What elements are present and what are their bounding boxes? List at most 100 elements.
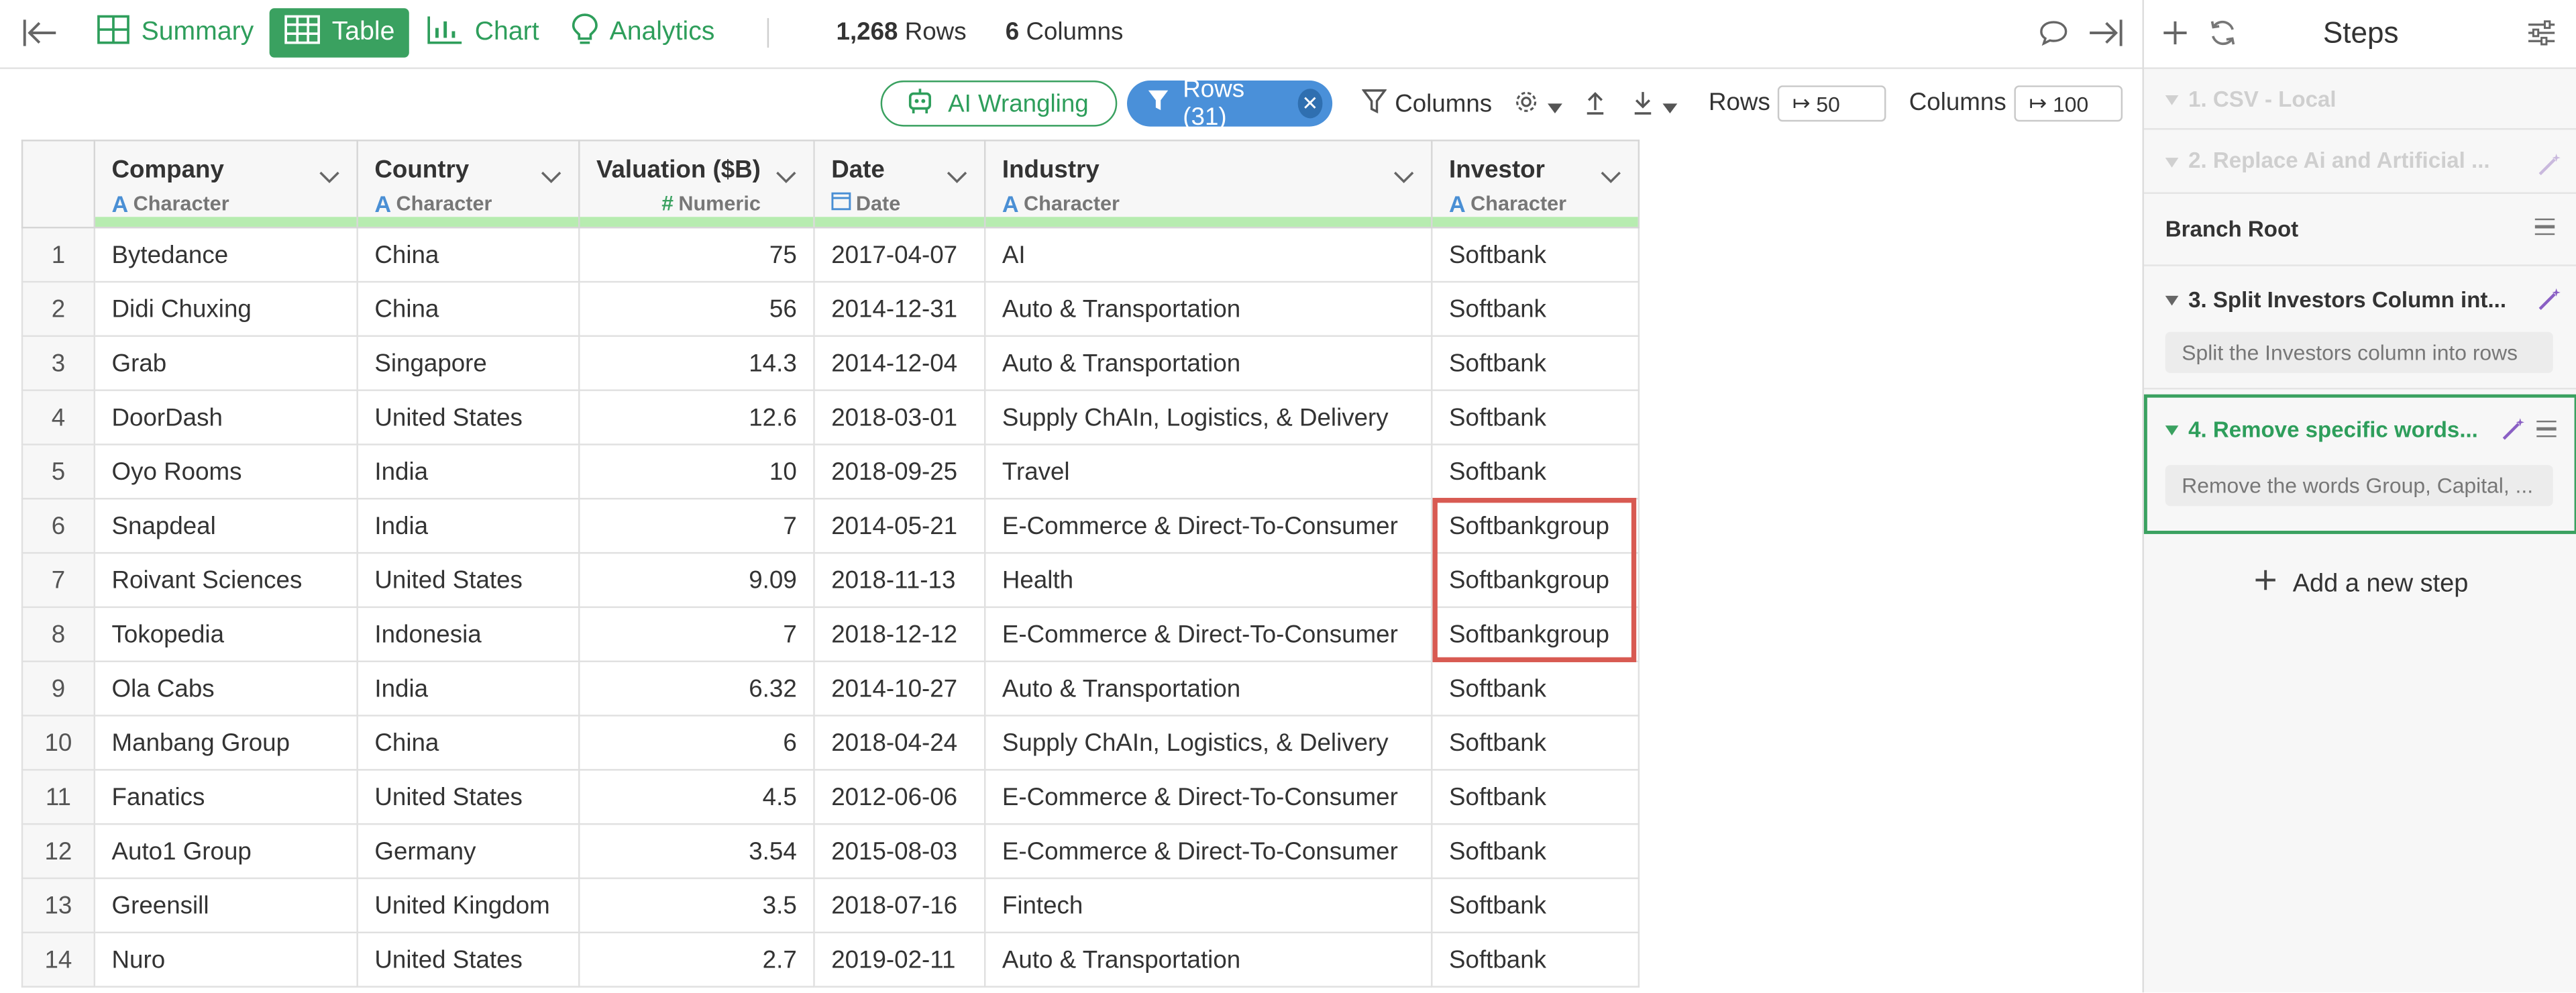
table-cell[interactable]: Roivant Sciences [93, 552, 358, 609]
table-cell[interactable]: Softbank [1431, 660, 1640, 717]
step-remove-words[interactable]: 4. Remove specific words... Remove the w… [2143, 394, 2576, 534]
table-cell[interactable]: 56 [578, 280, 815, 337]
menu-icon[interactable] [2536, 420, 2557, 437]
table-cell[interactable]: 2017-04-07 [813, 226, 986, 283]
table-cell[interactable]: 10 [578, 443, 815, 500]
sort-up-icon[interactable] [1584, 89, 1607, 115]
table-cell[interactable]: 7 [578, 498, 815, 554]
table-cell[interactable]: 2014-05-21 [813, 498, 986, 554]
table-cell[interactable]: United Kingdom [356, 877, 580, 934]
ai-wrangling-button[interactable]: AI Wrangling [880, 81, 1118, 127]
table-cell[interactable]: 3.5 [578, 877, 815, 934]
chevron-down-icon[interactable] [947, 162, 968, 192]
table-cell[interactable]: DoorDash [93, 389, 358, 446]
table-cell[interactable]: 7 [578, 606, 815, 662]
table-row[interactable]: 13 Greensill United Kingdom 3.5 2018-07-16 Fi… [21, 877, 1640, 934]
table-cell[interactable]: 75 [578, 226, 815, 283]
table-cell[interactable]: E-Commerce & Direct-To-Consumer [983, 823, 1433, 880]
table-row[interactable]: 6 Snapdeal India 7 2014-05-21 E-Commerce & Di… [21, 498, 1640, 554]
table-cell[interactable]: United States [356, 552, 580, 609]
chevron-down-icon[interactable] [1600, 162, 1621, 192]
table-cell[interactable]: Auto & Transportation [983, 931, 1433, 988]
table-cell[interactable]: Softbankgroup [1431, 606, 1640, 662]
magic-wand-icon[interactable] [2535, 286, 2561, 312]
table-cell[interactable]: 2018-11-13 [813, 552, 986, 609]
table-cell[interactable]: Softbank [1431, 877, 1640, 934]
table-cell[interactable]: Indonesia [356, 606, 580, 662]
table-cell[interactable]: Tokopedia [93, 606, 358, 662]
table-cell[interactable]: Greensill [93, 877, 358, 934]
column-header-industry[interactable]: Industry A Character [983, 140, 1433, 229]
table-cell[interactable]: China [356, 715, 580, 771]
add-step-button[interactable]: Add a new step [2144, 568, 2576, 600]
table-row[interactable]: 11 Fanatics United States 4.5 2012-06-06 E-Co… [21, 769, 1640, 825]
table-cell[interactable]: 2018-12-12 [813, 606, 986, 662]
table-cell[interactable]: Auto & Transportation [983, 335, 1433, 391]
rows-filter-chip[interactable]: Rows (31) ✕ [1127, 76, 1333, 132]
table-cell[interactable]: 2018-03-01 [813, 389, 986, 446]
columns-filter-button[interactable]: Columns [1361, 89, 1492, 120]
table-cell[interactable]: 9.09 [578, 552, 815, 609]
table-cell[interactable]: Softbank [1431, 931, 1640, 988]
table-row[interactable]: 4 DoorDash United States 12.6 2018-03-01 Supp… [21, 389, 1640, 446]
table-cell[interactable]: 2014-12-31 [813, 280, 986, 337]
tab-table[interactable]: Table [269, 8, 410, 58]
table-cell[interactable]: 14.3 [578, 335, 815, 391]
table-row[interactable]: 3 Grab Singapore 14.3 2014-12-04 Auto & Trans… [21, 335, 1640, 391]
table-cell[interactable]: Grab [93, 335, 358, 391]
table-cell[interactable]: Travel [983, 443, 1433, 500]
step-split-investors[interactable]: 3. Split Investors Column int... Split t… [2143, 264, 2576, 390]
table-row[interactable]: 2 Didi Chuxing China 56 2014-12-31 Auto & Tra… [21, 280, 1640, 337]
table-cell[interactable]: United States [356, 769, 580, 825]
table-cell[interactable]: Auto & Transportation [983, 660, 1433, 717]
table-cell[interactable]: Supply ChAIn, Logistics, & Delivery [983, 389, 1433, 446]
column-header-company[interactable]: Company A Character [93, 140, 358, 229]
table-cell[interactable]: United States [356, 931, 580, 988]
table-cell[interactable]: Supply ChAIn, Logistics, & Delivery [983, 715, 1433, 771]
export-dropdown[interactable] [1631, 89, 1678, 121]
table-cell[interactable]: Softbankgroup [1431, 498, 1640, 554]
table-cell[interactable]: Ola Cabs [93, 660, 358, 717]
chevron-down-icon[interactable] [541, 162, 562, 192]
collapse-right-icon[interactable] [2086, 15, 2126, 51]
table-cell[interactable]: Auto1 Group [93, 823, 358, 880]
table-cell[interactable]: 2018-07-16 [813, 877, 986, 934]
column-header-country[interactable]: Country A Character [356, 140, 580, 229]
table-cell[interactable]: Bytedance [93, 226, 358, 283]
rows-limit-input[interactable]: ↦ 50 [1777, 85, 1886, 122]
magic-wand-icon[interactable] [2499, 416, 2525, 442]
table-cell[interactable]: Nuro [93, 931, 358, 988]
table-cell[interactable]: China [356, 226, 580, 283]
table-cell[interactable]: E-Commerce & Direct-To-Consumer [983, 769, 1433, 825]
table-cell[interactable]: E-Commerce & Direct-To-Consumer [983, 498, 1433, 554]
column-header-investor[interactable]: Investor A Character [1431, 140, 1640, 229]
tab-analytics[interactable]: Analytics [557, 8, 729, 57]
table-row[interactable]: 9 Ola Cabs India 6.32 2014-10-27 Auto & Trans… [21, 660, 1640, 717]
chevron-down-icon[interactable] [1393, 162, 1415, 192]
table-cell[interactable]: Auto & Transportation [983, 280, 1433, 337]
table-cell[interactable]: China [356, 280, 580, 337]
table-cell[interactable]: 2012-06-06 [813, 769, 986, 825]
table-cell[interactable]: Germany [356, 823, 580, 880]
magic-wand-icon[interactable] [2535, 151, 2561, 177]
table-cell[interactable]: India [356, 498, 580, 554]
table-cell[interactable]: E-Commerce & Direct-To-Consumer [983, 606, 1433, 662]
table-row[interactable]: 1 Bytedance China 75 2017-04-07 AI Softbank [21, 226, 1640, 283]
column-header-date[interactable]: Date Date [813, 140, 986, 229]
columns-limit-input[interactable]: ↦ 100 [2014, 85, 2123, 122]
table-row[interactable]: 12 Auto1 Group Germany 3.54 2015-08-03 E-Comm… [21, 823, 1640, 880]
table-row[interactable]: 14 Nuro United States 2.7 2019-02-11 Auto & T… [21, 931, 1640, 988]
table-cell[interactable]: India [356, 660, 580, 717]
table-cell[interactable]: Softbank [1431, 335, 1640, 391]
table-cell[interactable]: Fanatics [93, 769, 358, 825]
table-cell[interactable]: 6.32 [578, 660, 815, 717]
sliders-icon[interactable] [2525, 16, 2558, 49]
chevron-down-icon[interactable] [319, 162, 340, 192]
table-cell[interactable]: Didi Chuxing [93, 280, 358, 337]
table-cell[interactable]: 3.54 [578, 823, 815, 880]
table-cell[interactable]: 2018-09-25 [813, 443, 986, 500]
column-header-valuation-b[interactable]: Valuation ($B) # Numeric [578, 140, 815, 229]
table-cell[interactable]: Fintech [983, 877, 1433, 934]
step-csv-local[interactable]: 1. CSV - Local [2143, 69, 2576, 130]
table-row[interactable]: 8 Tokopedia Indonesia 7 2018-12-12 E-Commerce… [21, 606, 1640, 662]
